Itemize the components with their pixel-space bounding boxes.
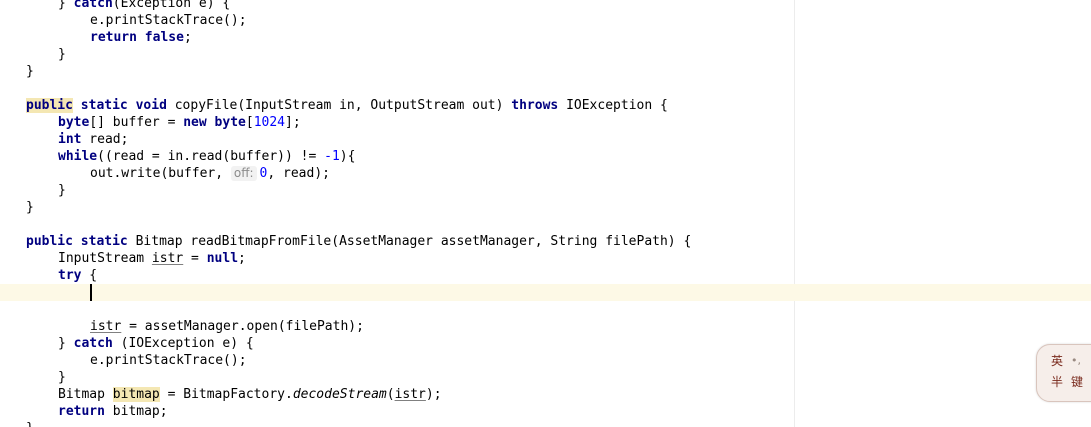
ime-keyboard-icon[interactable]: 键: [1071, 375, 1083, 389]
code-line[interactable]: public static void copyFile(InputStream …: [26, 97, 668, 114]
ime-language-icon[interactable]: 英: [1051, 354, 1063, 368]
code-line[interactable]: return false;: [90, 29, 192, 46]
code-line[interactable]: e.printStackTrace();: [90, 12, 247, 29]
code-line[interactable]: }: [58, 369, 66, 386]
parameter-hint: off:: [230, 166, 257, 181]
code-line[interactable]: return bitmap;: [58, 403, 168, 420]
code-line[interactable]: }: [58, 182, 66, 199]
code-line[interactable]: }: [26, 199, 34, 216]
code-line[interactable]: Bitmap bitmap = BitmapFactory.decodeStre…: [58, 386, 442, 403]
ime-punctuation-icon[interactable]: •,: [1071, 354, 1081, 367]
code-line[interactable]: while((read = in.read(buffer)) != -1){: [58, 148, 355, 165]
code-line[interactable]: e.printStackTrace();: [90, 352, 247, 369]
ime-halfwidth-icon[interactable]: 半: [1051, 375, 1063, 389]
code-line[interactable]: public static Bitmap readBitmapFromFile(…: [26, 233, 691, 250]
right-margin-guide: [794, 0, 795, 427]
code-line[interactable]: byte[] buffer = new byte[1024];: [58, 114, 301, 131]
code-line[interactable]: InputStream istr = null;: [58, 250, 246, 267]
code-line[interactable]: } catch(Exception e) {: [58, 0, 230, 12]
code-line[interactable]: out.write(buffer, off: 0, read);: [90, 165, 330, 182]
code-line[interactable]: }: [26, 63, 34, 80]
code-line[interactable]: }: [58, 46, 66, 63]
text-caret: [90, 284, 92, 301]
code-line[interactable]: int read;: [58, 131, 128, 148]
code-line[interactable]: } catch (IOException e) {: [58, 335, 254, 352]
code-line[interactable]: istr = assetManager.open(filePath);: [90, 318, 364, 335]
code-line[interactable]: try {: [58, 267, 97, 284]
code-line[interactable]: }: [26, 420, 34, 427]
ime-status-widget[interactable]: 英 •, 半 键: [1036, 344, 1091, 402]
code-editor[interactable]: } catch(Exception e) { e.printStackTrace…: [0, 0, 1091, 427]
current-line-highlight: [0, 284, 1091, 301]
